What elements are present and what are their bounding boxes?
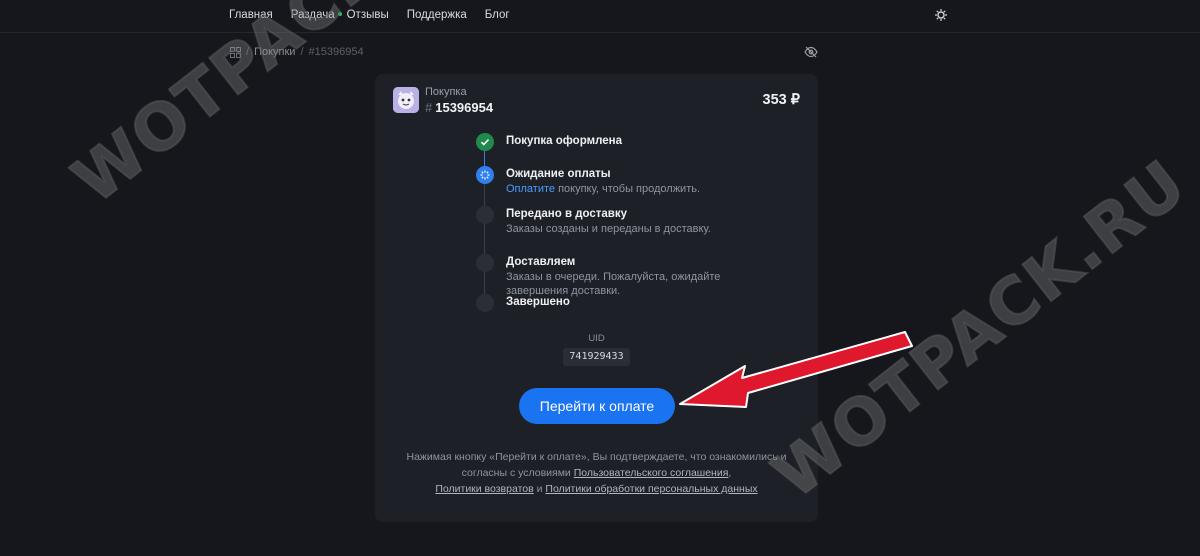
- go-to-payment-button[interactable]: Перейти к оплате: [519, 388, 675, 424]
- watermark: WOTPACK.RU: [759, 145, 1200, 514]
- refund-policy-link[interactable]: Политики возвратов: [435, 483, 533, 495]
- pay-link[interactable]: Оплатите: [506, 183, 555, 195]
- pending-circle-icon: [476, 254, 494, 272]
- purchase-id: #15396954: [425, 100, 493, 115]
- pending-circle-icon: [476, 206, 494, 224]
- purchase-label: Покупка: [425, 86, 467, 98]
- nav-item-support[interactable]: Поддержка: [407, 9, 467, 21]
- purchase-card: Покупка #15396954 353 ₽ Покупка оформлен…: [375, 74, 818, 522]
- breadcrumb-purchases[interactable]: Покупки: [254, 46, 295, 58]
- breadcrumb-separator: /: [300, 46, 304, 58]
- uid-value[interactable]: 741929433: [563, 348, 630, 366]
- privacy-policy-link[interactable]: Политики обработки персональных данных: [545, 483, 757, 495]
- step-description-text: покупку, чтобы продолжить.: [555, 183, 701, 195]
- hide-eye-icon[interactable]: [804, 46, 818, 58]
- new-dot-icon: [337, 12, 342, 16]
- purchase-hash: #: [425, 100, 433, 115]
- step-description: Оплатите покупку, чтобы продолжить.: [506, 182, 736, 196]
- nav-item-reviews[interactable]: Отзывы: [347, 9, 389, 21]
- loading-spinner-icon: [476, 166, 494, 184]
- check-icon: [476, 133, 494, 151]
- theme-toggle-icon[interactable]: [934, 8, 948, 22]
- uid-label: UID: [588, 333, 605, 344]
- step-title: Ожидание оплаты: [506, 168, 611, 180]
- step-title: Завершено: [506, 296, 570, 308]
- grid-icon[interactable]: [230, 46, 241, 58]
- step-description: Заказы в очереди. Пожалуйста, ожидайте з…: [506, 271, 721, 297]
- step-title: Покупка оформлена: [506, 135, 622, 147]
- user-agreement-link[interactable]: Пользовательского соглашения: [574, 467, 729, 479]
- step-title: Доставляем: [506, 256, 576, 268]
- purchase-price: 353 ₽: [762, 92, 800, 108]
- step-title: Передано в доставку: [506, 208, 628, 220]
- pending-circle-icon: [476, 294, 494, 312]
- nav-item-blog[interactable]: Блог: [485, 9, 510, 21]
- breadcrumb: / Покупки / #15396954: [230, 46, 364, 58]
- top-nav: Главная Раздача Отзывы Поддержка Блог: [0, 0, 1200, 33]
- nav-item-home[interactable]: Главная: [229, 9, 273, 21]
- breadcrumb-current: #15396954: [308, 46, 364, 58]
- product-avatar: [393, 87, 419, 113]
- nav-links: Главная Раздача Отзывы Поддержка Блог: [229, 9, 528, 21]
- purchase-number: 15396954: [435, 100, 494, 115]
- legal-text: и: [533, 483, 546, 495]
- legal-text: ,: [728, 467, 732, 479]
- nav-item-giveaway[interactable]: Раздача: [291, 9, 335, 21]
- legal-notice: Нажимая кнопку «Перейти к оплате», Вы по…: [405, 449, 788, 497]
- breadcrumb-separator: /: [246, 46, 250, 58]
- step-description: Заказы созданы и переданы в доставку.: [506, 223, 711, 235]
